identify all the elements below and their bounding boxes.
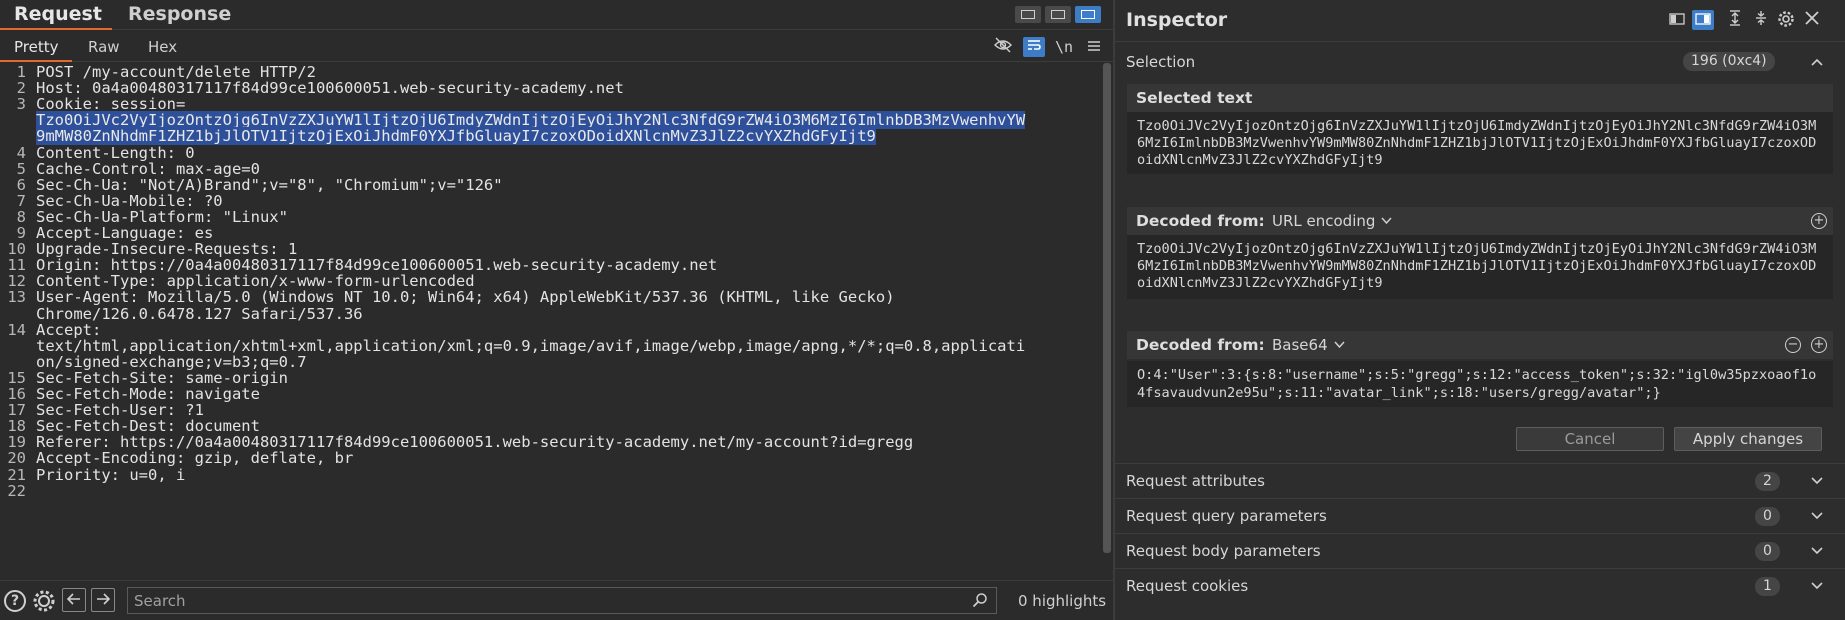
line-number: 14 — [7, 320, 26, 339]
message-tabs: Request Response — [0, 0, 1113, 30]
line-number: 3 — [16, 95, 26, 114]
menu-icon[interactable] — [1083, 37, 1105, 57]
request-pane: Request Response Pretty Raw Hex \n 1 POST… — [0, 0, 1113, 620]
chevron-down-icon — [1334, 341, 1345, 349]
collapse-all-icon[interactable] — [1750, 10, 1772, 30]
next-match-button[interactable] — [91, 588, 115, 612]
help-icon[interactable]: ? — [4, 590, 26, 612]
selection-section[interactable]: Selection 196 (0xc4) — [1115, 43, 1845, 81]
inspector-panel: Inspector Selection 196 (0xc4) Selected … — [1115, 0, 1845, 620]
view-tabs: Pretty Raw Hex — [0, 32, 1113, 62]
tabs-layout-icon — [1081, 10, 1095, 19]
tab-response[interactable]: Response — [114, 0, 244, 30]
selected-text-value[interactable]: Tzo0OiJVc2VyIjozOntzOjg6InVzZXJuYW1lIjtz… — [1127, 112, 1833, 174]
inspector-title: Inspector — [1126, 9, 1228, 31]
search-box — [127, 587, 997, 614]
cancel-button[interactable]: Cancel — [1516, 427, 1664, 451]
search-icon[interactable] — [972, 592, 988, 608]
tab-raw[interactable]: Raw — [74, 32, 134, 62]
section-count-badge: 1 — [1755, 577, 1780, 596]
line-number: 22 — [7, 481, 26, 500]
add-decode-icon[interactable]: + — [1811, 213, 1827, 229]
decoded-base64-title: Decoded from: — [1136, 336, 1265, 354]
previous-match-button[interactable] — [62, 588, 86, 612]
editor-scrollbar[interactable] — [1103, 63, 1111, 553]
add-decode-icon[interactable]: + — [1811, 337, 1827, 353]
hide-icon[interactable] — [992, 37, 1014, 57]
chevron-down-icon[interactable] — [1809, 473, 1825, 489]
rows-icon — [1051, 10, 1065, 19]
chevron-down-icon[interactable] — [1809, 543, 1825, 559]
tab-hex[interactable]: Hex — [134, 32, 194, 62]
tab-request[interactable]: Request — [0, 0, 112, 30]
section-request-query-parameters[interactable]: Request query parameters 0 — [1115, 498, 1845, 533]
encoding-dropdown-url-label: URL encoding — [1272, 212, 1376, 230]
selected-text-title: Selected text — [1136, 89, 1253, 107]
highlight-count: 0 highlights — [1018, 592, 1107, 610]
search-input[interactable] — [134, 590, 954, 612]
decoded-base64-value[interactable]: O:4:"User":3:{s:8:"username";s:5:"gregg"… — [1127, 361, 1833, 407]
section-label: Request cookies — [1126, 577, 1249, 595]
decoded-url-card: Decoded from: URL encoding + Tzo0OiJVc2V… — [1127, 207, 1833, 309]
selection-label: Selection — [1126, 53, 1196, 71]
chevron-down-icon — [1381, 217, 1392, 225]
section-count-badge: 2 — [1755, 472, 1780, 491]
expand-all-icon[interactable] — [1724, 10, 1746, 30]
layout-side-by-side-button[interactable] — [1015, 6, 1041, 23]
line-number: 13 — [7, 288, 26, 307]
chevron-down-icon[interactable] — [1809, 508, 1825, 524]
inspector-header: Inspector — [1115, 0, 1845, 42]
selected-text-card: Selected text Tzo0OiJVc2VyIjozOntzOjg6In… — [1127, 84, 1833, 182]
chevron-up-icon[interactable] — [1809, 54, 1825, 70]
wrap-lines-icon[interactable] — [1023, 37, 1045, 57]
layout-panel-icon[interactable] — [1692, 10, 1714, 30]
section-request-body-parameters[interactable]: Request body parameters 0 — [1115, 533, 1845, 568]
section-count-badge: 0 — [1755, 507, 1780, 526]
selection-size-badge: 196 (0xc4) — [1683, 52, 1775, 71]
columns-icon — [1021, 10, 1035, 19]
decoded-url-header: Decoded from: URL encoding + — [1127, 207, 1833, 235]
show-newlines-button[interactable]: \n — [1053, 37, 1075, 57]
settings-icon[interactable] — [31, 588, 57, 614]
tab-pretty[interactable]: Pretty — [0, 32, 72, 62]
encoding-dropdown-base64-label: Base64 — [1272, 336, 1328, 354]
remove-decode-icon[interactable]: − — [1785, 337, 1801, 353]
decoded-base64-header: Decoded from: Base64 − + — [1127, 331, 1833, 359]
selected-text-header: Selected text — [1127, 84, 1833, 112]
section-label: Request body parameters — [1126, 542, 1321, 560]
section-request-attributes[interactable]: Request attributes 2 — [1115, 463, 1845, 498]
apply-changes-button[interactable]: Apply changes — [1674, 427, 1822, 451]
section-request-cookies[interactable]: Request cookies 1 — [1115, 568, 1845, 603]
layout-tabs-button[interactable] — [1075, 6, 1101, 23]
decoded-base64-card: Decoded from: Base64 − + O:4:"User":3:{s… — [1127, 331, 1833, 413]
decoded-url-title: Decoded from: — [1136, 212, 1265, 230]
chevron-down-icon[interactable] — [1809, 578, 1825, 594]
section-count-badge: 0 — [1755, 542, 1780, 561]
decoded-url-value[interactable]: Tzo0OiJVc2VyIjozOntzOjg6InVzZXJuYW1lIjtz… — [1127, 235, 1833, 299]
encoding-dropdown-base64[interactable]: Base64 — [1265, 335, 1350, 355]
encoding-dropdown-url[interactable]: URL encoding — [1265, 211, 1397, 231]
section-label: Request query parameters — [1126, 507, 1327, 525]
layout-list-icon[interactable] — [1666, 10, 1688, 30]
search-bar: ? 0 highlights — [0, 580, 1113, 620]
layout-stacked-button[interactable] — [1045, 6, 1071, 23]
gear-icon[interactable] — [1775, 10, 1797, 30]
request-line[interactable]: Priority: u=0, i — [36, 466, 185, 484]
section-label: Request attributes — [1126, 472, 1265, 490]
request-editor[interactable]: 1 POST /my-account/delete HTTP/2 2 Host: 0a… — [0, 63, 1113, 579]
close-icon[interactable] — [1801, 10, 1823, 30]
